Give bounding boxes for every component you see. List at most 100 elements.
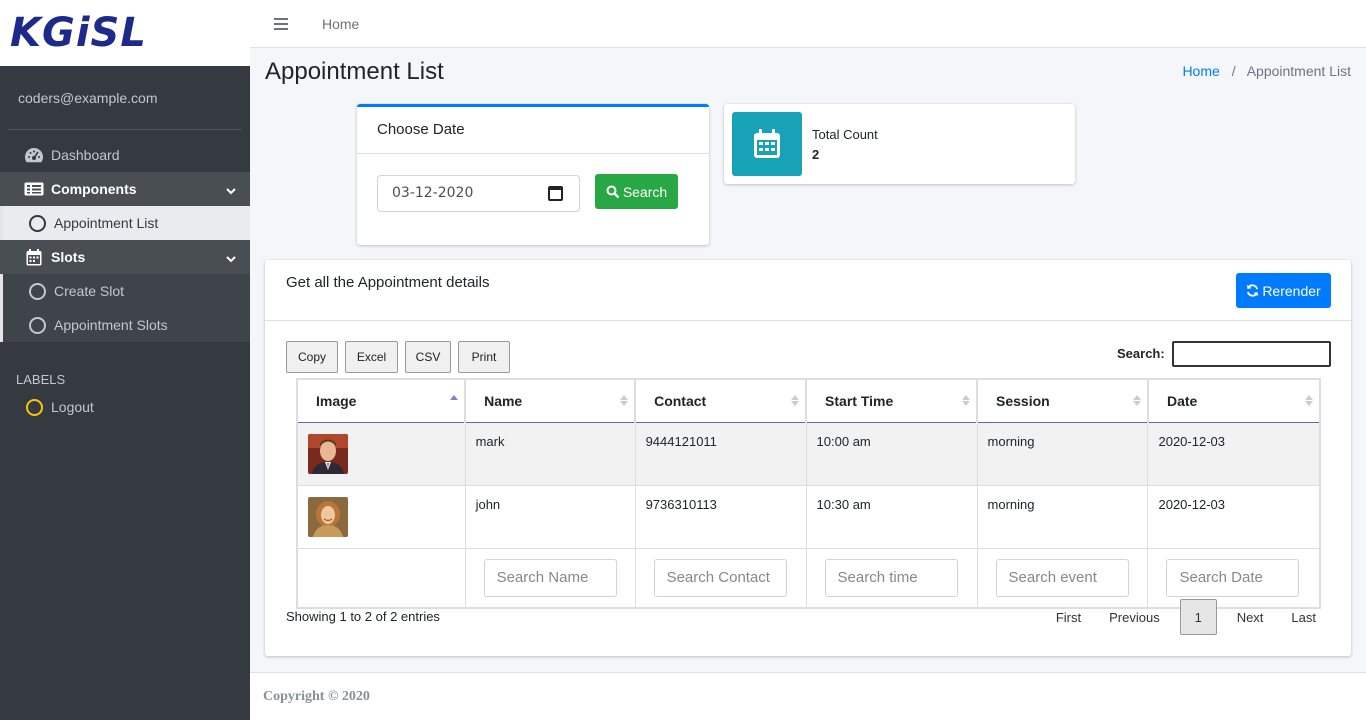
session-cell: morning — [976, 421, 1149, 486]
sidebar-item-components[interactable]: Components — [0, 172, 250, 206]
filter-cell-empty — [295, 547, 466, 609]
total-count-label: Total Count — [812, 127, 878, 142]
column-header-label: Contact — [654, 392, 707, 409]
sidebar-item-appointment-slots[interactable]: Appointment Slots — [0, 308, 250, 342]
column-header-contact[interactable]: Contact — [635, 379, 808, 423]
sidebar-item-label: Appointment List — [54, 215, 159, 231]
sidebar-item-create-slot[interactable]: Create Slot — [0, 274, 250, 308]
sort-icon — [1305, 394, 1313, 410]
name-cell: mark — [464, 421, 636, 486]
search-event-input[interactable]: Search event — [995, 558, 1129, 597]
appointments-card-title: Get all the Appointment details — [286, 274, 490, 291]
circle-icon — [27, 214, 47, 232]
calendar-icon — [732, 112, 802, 176]
date-cell: 2020-12-03 — [1147, 484, 1322, 549]
search-date-input[interactable]: Search Date — [1166, 558, 1300, 597]
circle-icon — [27, 282, 47, 300]
column-header-label: Name — [484, 392, 523, 409]
search-time-input[interactable]: Search time — [824, 558, 958, 597]
calendar-picker-icon[interactable] — [548, 186, 563, 201]
start-time-cell: 10:30 am — [805, 484, 978, 549]
circle-icon — [24, 398, 44, 416]
avatar — [308, 433, 348, 474]
pagination-page-current[interactable]: 1 — [1179, 599, 1217, 635]
sidebar-item-slots[interactable]: Slots — [0, 240, 250, 274]
sync-icon — [1247, 284, 1259, 297]
brand-logo: KGiSL — [10, 10, 147, 56]
avatar — [308, 496, 348, 537]
circle-icon — [27, 316, 47, 334]
search-button[interactable]: Search — [595, 174, 678, 209]
print-button[interactable]: Print — [458, 341, 510, 373]
table-row: john 9736310113 10:30 am morning 2020-12… — [295, 484, 1322, 549]
calendar-icon — [24, 248, 44, 266]
rerender-button-label: Rerender — [1262, 282, 1321, 299]
pagination-next[interactable]: Next — [1223, 599, 1278, 635]
chevron-down-icon — [226, 182, 236, 198]
sidebar-nav: Dashboard Components Appointment List Sl… — [0, 138, 250, 424]
sidebar-item-appointment-list[interactable]: Appointment List — [0, 206, 250, 240]
sidebar-item-label: Appointment Slots — [54, 317, 168, 333]
filter-cell: Search Name — [464, 547, 636, 609]
csv-button[interactable]: CSV — [405, 341, 451, 373]
labels-header: LABELS — [16, 372, 66, 387]
column-header-label: Date — [1166, 392, 1198, 409]
date-input[interactable]: 03-12-2020 — [377, 175, 580, 212]
user-email[interactable]: coders@example.com — [18, 90, 158, 106]
pagination-previous[interactable]: Previous — [1095, 599, 1174, 635]
copyright-text: Copyright © 2020 — [263, 689, 370, 704]
table-info: Showing 1 to 2 of 2 entries — [286, 609, 440, 624]
sidebar-item-dashboard[interactable]: Dashboard — [0, 138, 250, 172]
total-count-value: 2 — [812, 147, 820, 162]
appointments-card: Get all the Appointment details Rerender… — [265, 260, 1351, 656]
filter-cell: Search time — [805, 547, 978, 609]
search-button-label: Search — [622, 183, 668, 200]
user-panel: coders@example.com — [8, 66, 242, 130]
sidebar-item-logout[interactable]: Logout — [0, 390, 250, 424]
search-icon — [606, 185, 620, 198]
sidebar-item-label: Components — [51, 181, 137, 197]
filter-cell: Search Contact — [634, 547, 807, 609]
sort-icon — [791, 394, 800, 410]
chevron-down-icon — [226, 250, 236, 266]
tachometer-icon — [24, 146, 44, 164]
table-row: mark 9444121011 10:00 am morning 2020-12… — [295, 421, 1322, 486]
sidebar-item-label: Slots — [51, 249, 86, 265]
column-header-image[interactable]: Image — [295, 379, 467, 423]
top-nav-home-link[interactable]: Home — [322, 16, 359, 32]
rerender-button[interactable]: Rerender — [1236, 273, 1331, 308]
column-header-label: Session — [996, 392, 1050, 409]
sort-icon — [962, 394, 971, 410]
column-header-session[interactable]: Session — [977, 379, 1149, 423]
contact-cell: 9736310113 — [634, 484, 807, 549]
breadcrumb: Home / Appointment List — [1182, 63, 1351, 79]
pagination-last[interactable]: Last — [1277, 599, 1330, 635]
date-input-value: 03-12-2020 — [392, 185, 474, 201]
name-cell: john — [464, 484, 636, 549]
top-navbar: Home — [250, 0, 1366, 48]
column-header-name[interactable]: Name — [465, 379, 637, 423]
excel-button[interactable]: Excel — [345, 341, 398, 373]
table-list-icon — [24, 180, 44, 198]
breadcrumb-home-link[interactable]: Home — [1182, 63, 1219, 79]
sort-asc-icon — [450, 394, 459, 410]
sidebar-item-label: Logout — [51, 399, 94, 415]
brand-logo-link[interactable]: KGiSL — [0, 0, 250, 66]
column-header-start-time[interactable]: Start Time — [806, 379, 979, 423]
hamburger-icon[interactable] — [274, 15, 288, 33]
breadcrumb-current: Appointment List — [1246, 63, 1351, 79]
search-name-input[interactable]: Search Name — [483, 558, 617, 597]
table-search-input[interactable] — [1172, 341, 1331, 367]
sidebar-item-label: Create Slot — [54, 283, 125, 299]
pagination-first[interactable]: First — [1042, 599, 1095, 635]
sort-icon — [1132, 394, 1141, 410]
date-cell: 2020-12-03 — [1147, 421, 1322, 486]
total-count-box: Total Count 2 — [724, 104, 1075, 184]
copy-button[interactable]: Copy — [286, 341, 338, 373]
page-title: Appointment List — [265, 58, 444, 85]
sidebar-item-label: Dashboard — [51, 147, 120, 163]
appointments-table: Image Name Contact Start Time Session Da… — [295, 378, 1322, 609]
column-header-date[interactable]: Date — [1147, 379, 1322, 423]
appointments-card-header: Get all the Appointment details Rerender — [265, 260, 1351, 321]
search-contact-input[interactable]: Search Contact — [653, 558, 787, 597]
